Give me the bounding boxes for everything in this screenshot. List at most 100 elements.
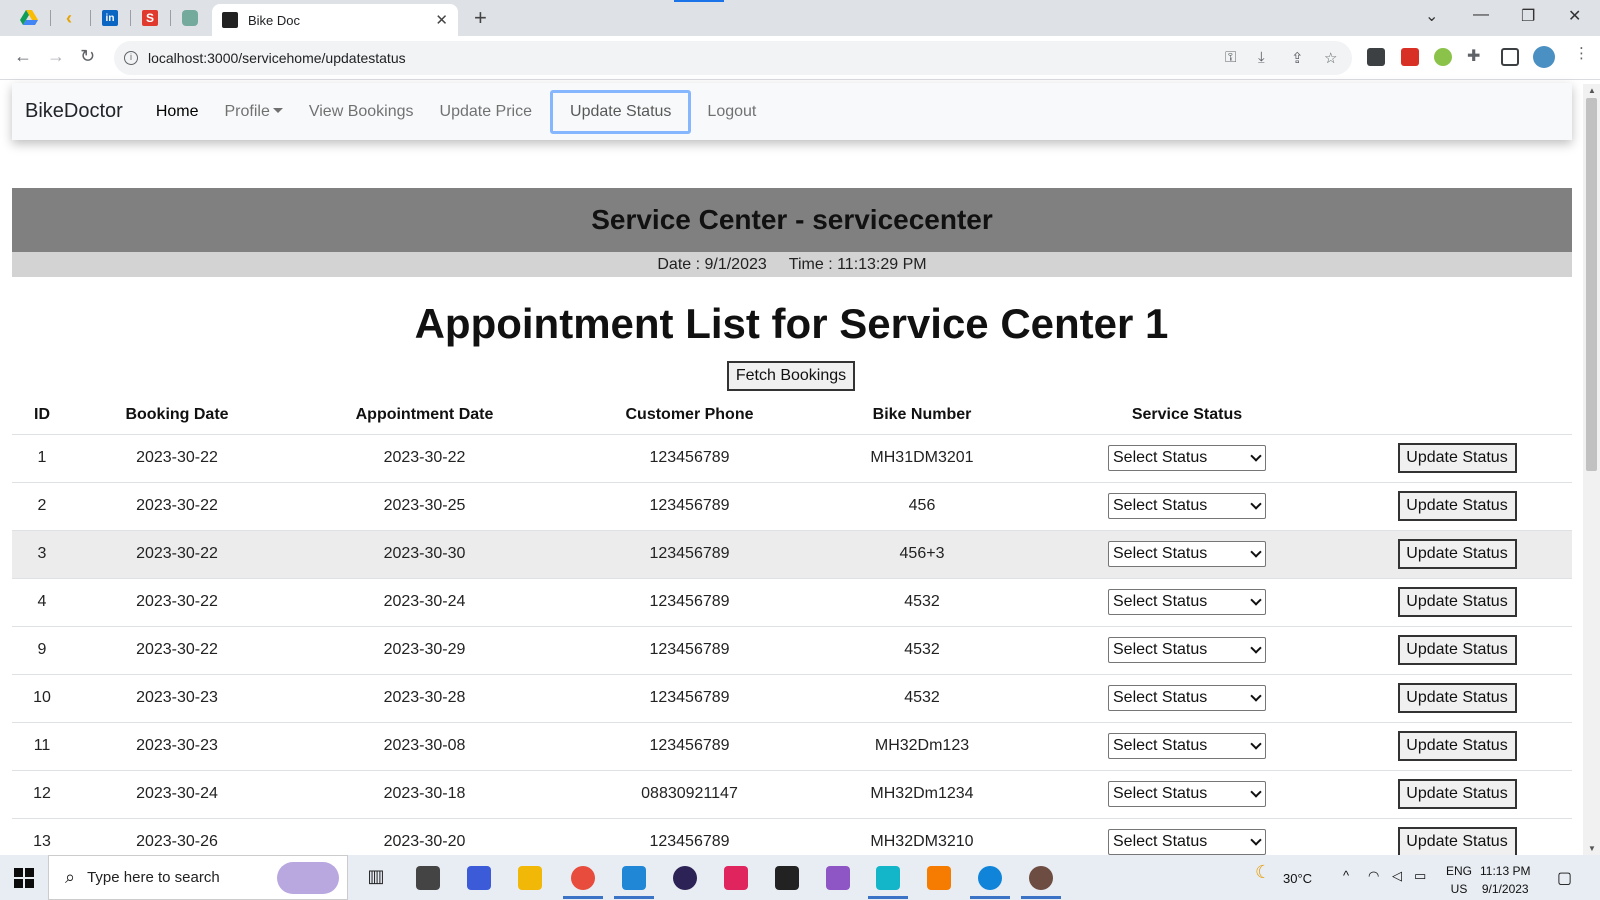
profile-avatar[interactable] xyxy=(1533,46,1555,68)
status-select[interactable]: Select Status xyxy=(1108,589,1266,615)
cell-booking-date: 2023-30-24 xyxy=(72,769,282,818)
update-status-button[interactable]: Update Status xyxy=(1397,587,1517,617)
nav-update-status[interactable]: Update Status xyxy=(550,89,692,134)
app-navbar: BikeDoctor Home Profile View Bookings Up… xyxy=(12,83,1572,140)
nav-profile-dropdown[interactable]: Profile xyxy=(217,95,291,129)
app-icon-m[interactable] xyxy=(467,866,491,890)
back-icon[interactable]: ← xyxy=(14,46,32,67)
menu-kebab-icon[interactable]: ⋮ xyxy=(1574,44,1589,62)
date-time-bar: Date : 9/1/2023 Time : 11:13:29 PM xyxy=(12,252,1572,277)
minimize-icon[interactable]: — xyxy=(1473,6,1489,24)
status-select[interactable]: Select Status xyxy=(1108,445,1266,471)
status-select[interactable]: Select Status xyxy=(1108,733,1266,759)
vlc-icon[interactable] xyxy=(927,866,951,890)
weather-moon-icon[interactable]: ☾ xyxy=(1255,862,1271,883)
vscode-icon[interactable] xyxy=(622,866,646,890)
status-select[interactable]: Select Status xyxy=(1108,781,1266,807)
file-explorer-icon[interactable] xyxy=(518,866,542,890)
close-window-icon[interactable]: ✕ xyxy=(1568,6,1581,26)
status-select[interactable]: Select Status xyxy=(1108,541,1266,567)
task-view-icon[interactable]: ▥ xyxy=(364,866,388,890)
new-tab-button[interactable]: + xyxy=(474,5,487,31)
pinned-tab-2[interactable]: ‹ xyxy=(51,6,87,30)
update-status-button[interactable]: Update Status xyxy=(1397,539,1517,569)
notifications-icon[interactable]: ▢ xyxy=(1557,868,1572,888)
weather-temp[interactable]: 30°C xyxy=(1283,871,1312,886)
scroll-up-icon[interactable]: ▲ xyxy=(1588,86,1596,95)
address-bar[interactable]: i localhost:3000/servicehome/updatestatu… xyxy=(114,41,1352,75)
eclipse-icon[interactable] xyxy=(673,866,697,890)
pinned-tab-s[interactable]: S xyxy=(132,6,168,30)
update-status-button[interactable]: Update Status xyxy=(1397,731,1517,761)
reload-icon[interactable]: ↻ xyxy=(80,46,95,67)
bookmark-star-icon[interactable]: ☆ xyxy=(1324,49,1337,67)
chevron-down-icon xyxy=(1250,689,1262,702)
extension-pdf-icon[interactable] xyxy=(1401,48,1419,66)
fetch-bookings-button[interactable]: Fetch Bookings xyxy=(727,361,855,391)
start-button[interactable] xyxy=(0,855,48,900)
forward-icon[interactable]: → xyxy=(47,46,65,67)
update-status-button[interactable]: Update Status xyxy=(1397,443,1517,473)
unity-app-icon[interactable] xyxy=(416,866,440,890)
status-select[interactable]: Select Status xyxy=(1108,685,1266,711)
edge-icon[interactable] xyxy=(978,866,1002,890)
nav-home[interactable]: Home xyxy=(148,95,207,129)
nav-update-price[interactable]: Update Price xyxy=(432,95,541,129)
active-tab[interactable]: Bike Doc ✕ xyxy=(212,4,458,36)
scrollbar-thumb[interactable] xyxy=(1586,98,1597,471)
key-icon[interactable]: ⚿ xyxy=(1225,49,1236,66)
chevron-down-icon xyxy=(1250,641,1262,654)
chrome-icon[interactable] xyxy=(571,866,595,890)
clock-time: 11:13 PM xyxy=(1480,864,1531,878)
loading-indicator xyxy=(674,0,724,2)
update-status-button[interactable]: Update Status xyxy=(1397,683,1517,713)
tab-title: Bike Doc xyxy=(248,12,301,28)
status-select[interactable]: Select Status xyxy=(1108,493,1266,519)
visual-studio-icon[interactable] xyxy=(826,866,850,890)
tab-favicon xyxy=(222,12,238,28)
status-select-value: Select Status xyxy=(1113,593,1208,610)
install-icon[interactable]: ⤓ xyxy=(1258,49,1265,66)
status-select[interactable]: Select Status xyxy=(1108,829,1266,856)
taskbar-clock[interactable]: 11:13 PM 9/1/2023 xyxy=(1480,862,1530,898)
site-info-icon[interactable]: i xyxy=(124,51,138,65)
cell-bike-number: MH32Dm1234 xyxy=(812,769,1032,818)
update-status-button[interactable]: Update Status xyxy=(1397,491,1517,521)
cell-customer-phone: 123456789 xyxy=(567,577,812,626)
pinned-tab-drive[interactable] xyxy=(11,6,47,30)
nav-view-bookings[interactable]: View Bookings xyxy=(301,95,422,129)
update-status-button[interactable]: Update Status xyxy=(1397,635,1517,665)
nav-logout[interactable]: Logout xyxy=(699,95,764,129)
cell-service-status: Select Status xyxy=(1032,577,1342,626)
language-indicator[interactable]: ENG US xyxy=(1446,862,1472,898)
cell-service-status: Select Status xyxy=(1032,769,1342,818)
restore-icon[interactable]: ❐ xyxy=(1521,6,1535,26)
remote-active-indicator xyxy=(868,896,908,899)
side-panel-icon[interactable] xyxy=(1501,48,1519,66)
extensions-puzzle-icon[interactable]: ✚ xyxy=(1467,46,1480,66)
update-status-button[interactable]: Update Status xyxy=(1397,779,1517,809)
remote-desktop-icon[interactable] xyxy=(876,866,900,890)
search-highlight-flowers-icon[interactable] xyxy=(277,862,339,894)
wifi-icon[interactable]: ◠ xyxy=(1368,868,1379,884)
extension-gear-icon[interactable] xyxy=(1434,48,1452,66)
cell-booking-date: 2023-30-22 xyxy=(72,625,282,674)
close-tab-icon[interactable]: ✕ xyxy=(435,11,448,29)
extension-se-icon[interactable] xyxy=(1367,48,1385,66)
update-status-button[interactable]: Update Status xyxy=(1397,827,1517,858)
scroll-down-icon[interactable]: ▼ xyxy=(1588,844,1596,853)
mysql-icon[interactable] xyxy=(775,866,799,890)
app-icon-pink[interactable] xyxy=(724,866,748,890)
share-icon[interactable]: ⇪ xyxy=(1291,49,1304,67)
status-select[interactable]: Select Status xyxy=(1108,637,1266,663)
tray-chevron-icon[interactable]: ^ xyxy=(1343,868,1349,883)
linkedin-icon: in xyxy=(102,10,118,26)
volume-icon[interactable]: ◁ xyxy=(1392,868,1402,884)
battery-icon[interactable]: ▭ xyxy=(1414,868,1426,884)
app-icon-round[interactable] xyxy=(1029,866,1053,890)
pinned-tab-linkedin[interactable]: in xyxy=(92,6,128,30)
cell-booking-date: 2023-30-23 xyxy=(72,721,282,770)
pinned-tab-chatgpt[interactable] xyxy=(172,6,208,30)
tab-search-chevron-icon[interactable]: ⌄ xyxy=(1425,6,1438,26)
brand-logo[interactable]: BikeDoctor xyxy=(25,100,123,123)
